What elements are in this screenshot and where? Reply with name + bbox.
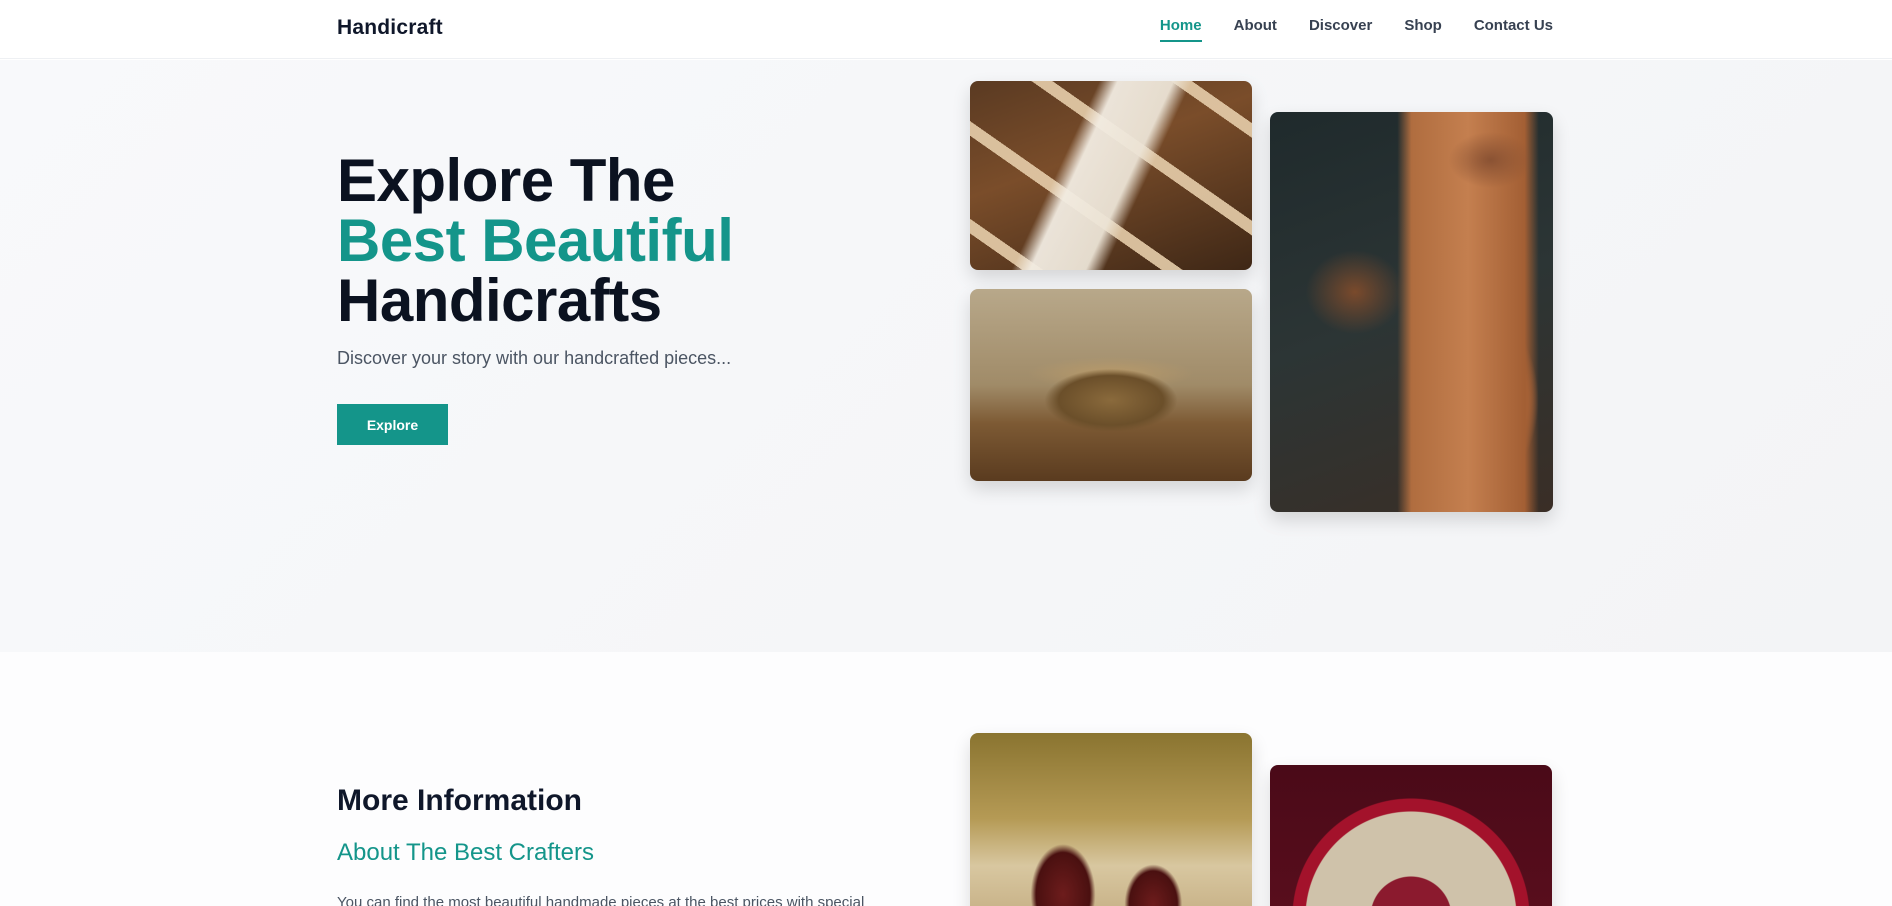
info-subtitle: About The Best Crafters — [337, 839, 595, 866]
info-title: More Information — [337, 784, 582, 817]
hero-title-line-1: Explore The — [337, 147, 675, 214]
nav-contact-us[interactable]: Contact Us — [1474, 17, 1553, 42]
clothespins-image — [970, 81, 1252, 270]
info-text: You can find the most beautiful handmade… — [337, 894, 865, 906]
nav-home[interactable]: Home — [1159, 17, 1202, 42]
brand-logo[interactable]: Handicraft — [337, 16, 443, 40]
hero-title-line-2: Best Beautiful — [337, 207, 734, 274]
explore-button[interactable]: Explore — [337, 404, 448, 445]
main-nav: Home About Discover Shop Contact Us — [1159, 17, 1553, 42]
ceramic-jars-image — [970, 733, 1252, 906]
hero-title: Explore The Best Beautiful Handicrafts — [337, 147, 734, 334]
info-section — [0, 652, 1892, 906]
brass-bowl-image — [970, 289, 1252, 481]
site-header: Handicraft Home About Discover Shop Cont… — [0, 0, 1892, 59]
hero-subtitle: Discover your story with our handcrafted… — [337, 348, 732, 368]
hero-title-line-3: Handicrafts — [337, 267, 662, 334]
nav-about[interactable]: About — [1234, 17, 1277, 42]
nav-shop[interactable]: Shop — [1404, 17, 1442, 42]
pottery-wheel-image — [1270, 112, 1553, 512]
embroidered-cushion-image — [1270, 765, 1552, 906]
nav-discover[interactable]: Discover — [1309, 17, 1372, 42]
hero-section — [0, 60, 1892, 652]
